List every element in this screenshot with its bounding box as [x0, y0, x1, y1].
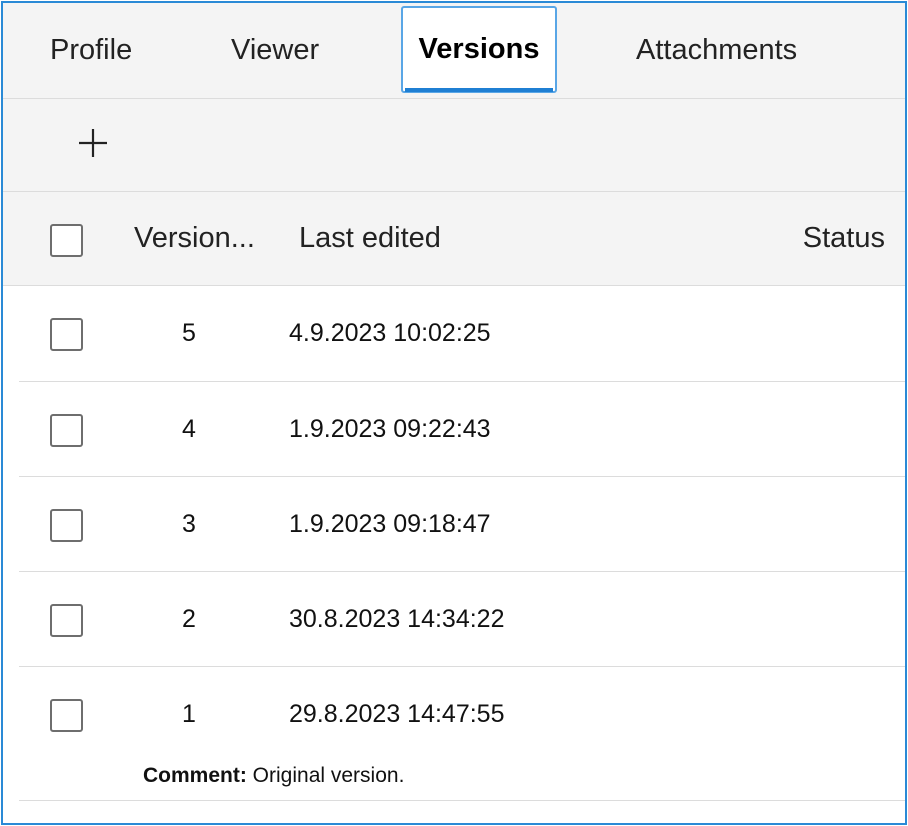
table-row[interactable]: 4 1.9.2023 09:22:43	[19, 382, 905, 477]
table-row[interactable]: 5 4.9.2023 10:02:25	[19, 286, 905, 382]
select-all-checkbox[interactable]	[50, 224, 83, 257]
comment-text: Original version.	[246, 764, 405, 787]
version-number: 3	[182, 510, 196, 538]
version-number: 1	[182, 700, 196, 728]
comment-label: Comment:	[143, 764, 247, 787]
tab-versions[interactable]: Versions	[401, 6, 557, 93]
version-number: 2	[182, 605, 196, 633]
last-edited-value: 1.9.2023 09:18:47	[289, 510, 491, 538]
table-row[interactable]: 2 30.8.2023 14:34:22	[19, 572, 905, 667]
toolbar	[3, 99, 905, 192]
row-checkbox[interactable]	[50, 509, 83, 542]
column-header-last-edited[interactable]: Last edited	[299, 192, 441, 285]
last-edited-value: 29.8.2023 14:47:55	[289, 700, 505, 728]
last-edited-value: 4.9.2023 10:02:25	[289, 319, 491, 347]
add-version-button[interactable]	[71, 121, 115, 165]
tab-attachments-label: Attachments	[636, 34, 798, 66]
version-comment: Comment: Original version.	[143, 764, 404, 788]
column-header-status[interactable]: Status	[803, 192, 885, 285]
version-number: 4	[182, 415, 196, 443]
table-row[interactable]: 3 1.9.2023 09:18:47	[19, 477, 905, 572]
row-checkbox[interactable]	[50, 699, 83, 732]
versions-panel: Profile Viewer Versions Attachments Vers…	[1, 1, 907, 825]
tab-attachments[interactable]: Attachments	[636, 3, 797, 98]
tab-viewer[interactable]: Viewer	[231, 3, 319, 98]
tab-profile[interactable]: Profile	[50, 3, 132, 98]
tab-viewer-label: Viewer	[231, 34, 320, 66]
row-checkbox[interactable]	[50, 414, 83, 447]
row-checkbox[interactable]	[50, 318, 83, 351]
tab-bar: Profile Viewer Versions Attachments	[3, 3, 905, 99]
tab-profile-label: Profile	[50, 34, 133, 66]
table-row[interactable]: 1 29.8.2023 14:47:55 Comment: Original v…	[19, 667, 905, 801]
active-tab-indicator	[405, 88, 553, 92]
version-number: 5	[182, 319, 196, 347]
plus-icon	[79, 129, 107, 157]
column-header-version[interactable]: Version...	[134, 192, 269, 285]
row-checkbox[interactable]	[50, 604, 83, 637]
last-edited-value: 30.8.2023 14:34:22	[289, 605, 505, 633]
tab-versions-label: Versions	[418, 33, 540, 65]
last-edited-value: 1.9.2023 09:22:43	[289, 415, 491, 443]
table-header: Version... Last edited Status	[3, 192, 905, 286]
